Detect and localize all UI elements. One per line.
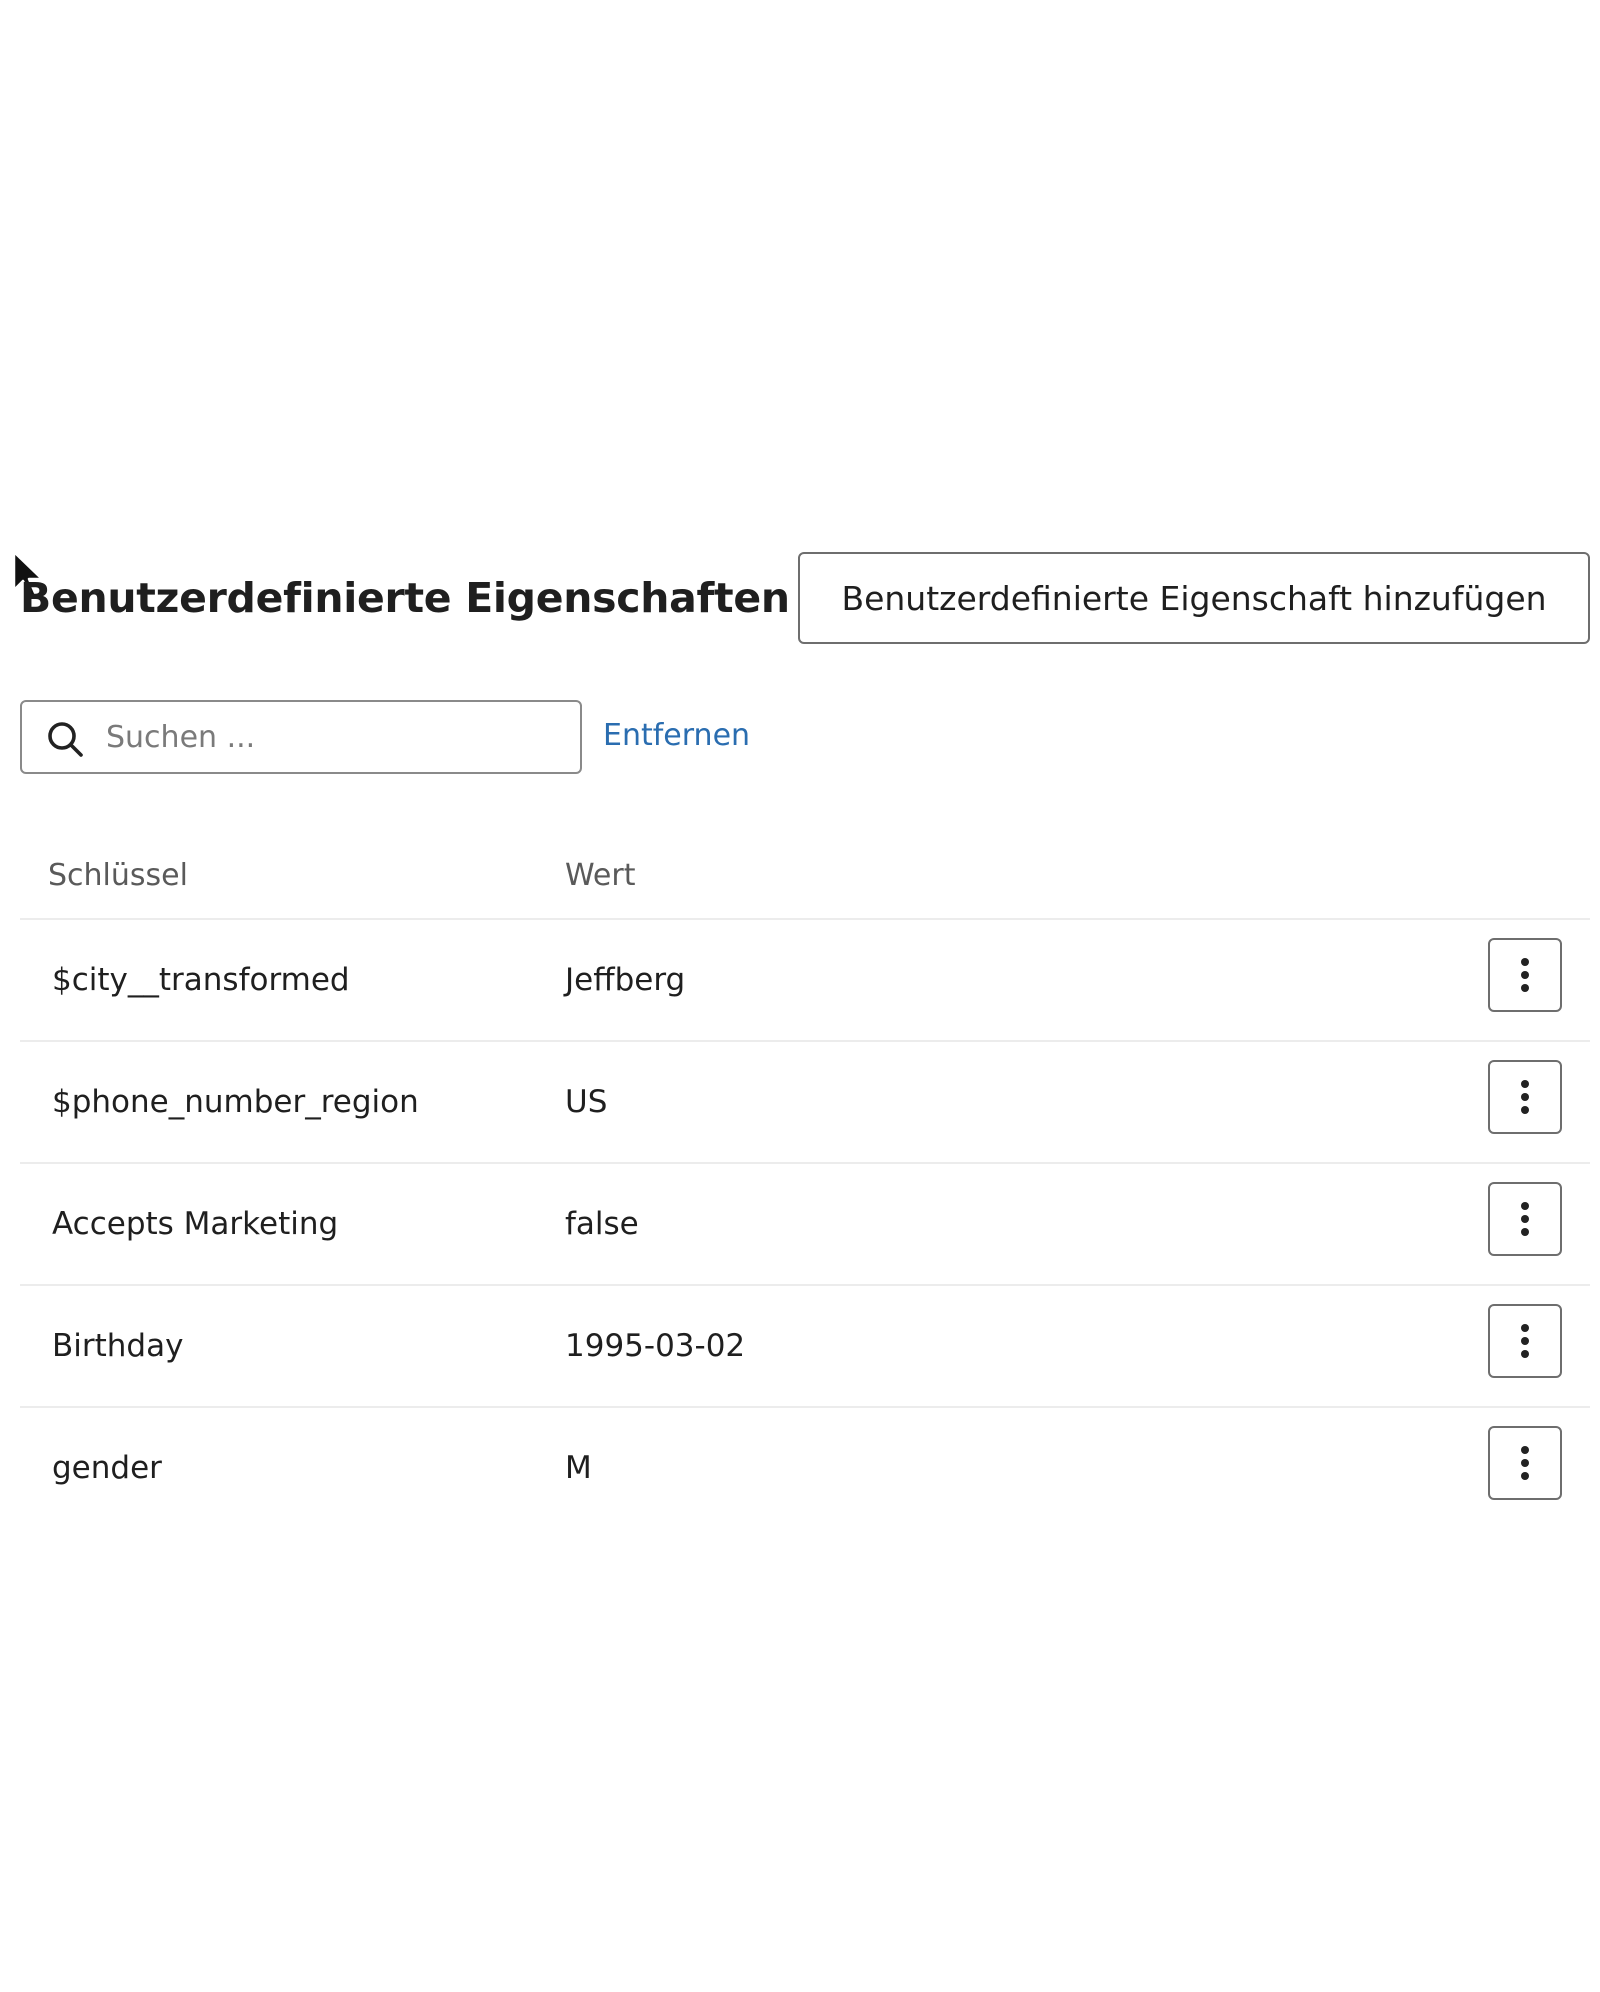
property-key: Accepts Marketing bbox=[52, 1206, 339, 1242]
property-value: 1995-03-02 bbox=[565, 1328, 746, 1364]
more-vertical-icon bbox=[1521, 1202, 1529, 1236]
table-header: Schlüssel Wert bbox=[20, 812, 1590, 920]
property-key: $phone_number_region bbox=[52, 1084, 419, 1120]
property-key: $city__transformed bbox=[52, 962, 350, 998]
property-key: gender bbox=[52, 1450, 162, 1486]
table-row: Accepts Marketing false bbox=[20, 1164, 1590, 1286]
table-row: gender M bbox=[20, 1408, 1590, 1528]
table-row: $phone_number_region US bbox=[20, 1042, 1590, 1164]
column-header-key: Schlüssel bbox=[48, 858, 188, 893]
property-value: M bbox=[565, 1450, 592, 1486]
more-vertical-icon bbox=[1521, 1446, 1529, 1480]
search-icon bbox=[48, 722, 83, 757]
property-value: false bbox=[565, 1206, 639, 1242]
more-vertical-icon bbox=[1521, 1080, 1529, 1114]
search-input[interactable] bbox=[106, 712, 546, 762]
row-actions-button[interactable] bbox=[1488, 1182, 1562, 1256]
row-actions-button[interactable] bbox=[1488, 938, 1562, 1012]
more-vertical-icon bbox=[1521, 958, 1529, 992]
property-value: Jeffberg bbox=[565, 962, 686, 998]
clear-search-link[interactable]: Entfernen bbox=[603, 718, 750, 753]
property-key: Birthday bbox=[52, 1328, 184, 1364]
search-field[interactable] bbox=[20, 700, 582, 774]
page-title: Benutzerdefinierte Eigenschaften bbox=[20, 574, 790, 622]
properties-table: Schlüssel Wert $city__transformed Jeffbe… bbox=[20, 812, 1590, 1528]
panel-header: Benutzerdefinierte Eigenschaften Benutze… bbox=[20, 552, 1590, 646]
row-actions-button[interactable] bbox=[1488, 1304, 1562, 1378]
custom-properties-panel: Benutzerdefinierte Eigenschaften Benutze… bbox=[20, 552, 1590, 1500]
table-row: Birthday 1995-03-02 bbox=[20, 1286, 1590, 1408]
table-row: $city__transformed Jeffberg bbox=[20, 920, 1590, 1042]
column-header-value: Wert bbox=[565, 858, 636, 893]
add-custom-property-button[interactable]: Benutzerdefinierte Eigenschaft hinzufüge… bbox=[798, 552, 1590, 644]
row-actions-button[interactable] bbox=[1488, 1426, 1562, 1500]
search-bar: Entfernen bbox=[20, 700, 920, 776]
row-actions-button[interactable] bbox=[1488, 1060, 1562, 1134]
more-vertical-icon bbox=[1521, 1324, 1529, 1358]
property-value: US bbox=[565, 1084, 608, 1120]
